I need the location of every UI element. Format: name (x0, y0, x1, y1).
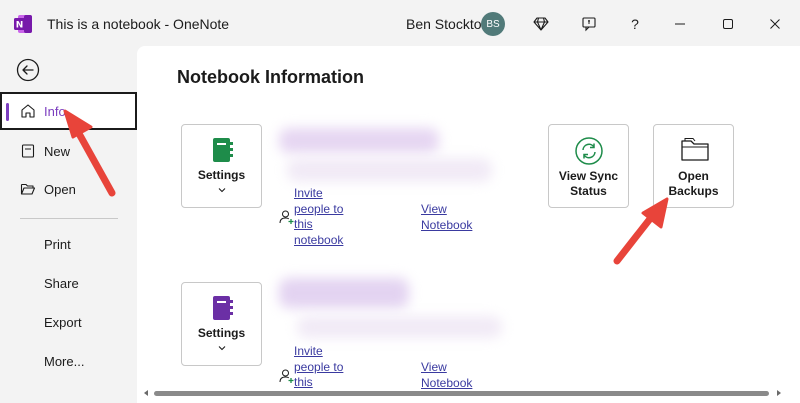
link-text-line: people to (294, 201, 344, 216)
sidebar-item-new[interactable]: New (0, 132, 137, 170)
maximize-button[interactable] (713, 10, 743, 38)
sidebar-item-label: Print (44, 236, 71, 252)
link-text-line: Notebook (421, 217, 473, 232)
premium-diamond-button[interactable] (526, 10, 556, 38)
view-sync-status-label: View Sync Status (549, 169, 628, 199)
scroll-left-icon[interactable] (142, 389, 150, 397)
sync-icon (575, 137, 603, 165)
add-person-icon (279, 369, 294, 383)
link-text-line: View (421, 202, 447, 216)
maximize-icon (723, 19, 733, 29)
invite-people-link[interactable]: Invite people to this (294, 344, 343, 391)
blurred-notebook-name (279, 278, 409, 308)
feedback-button[interactable] (574, 10, 604, 38)
avatar[interactable]: BS (481, 12, 505, 36)
link-text-line: Invite (294, 344, 323, 358)
help-button[interactable]: ? (620, 10, 650, 38)
notebook-settings-button[interactable]: Settings (181, 282, 262, 366)
blurred-notebook-name (279, 128, 439, 153)
view-notebook-link[interactable]: View Notebook (421, 360, 472, 391)
new-page-icon (21, 144, 35, 158)
link-text-line: people to (294, 359, 344, 374)
link-text-line: View (421, 360, 447, 374)
sidebar-item-share[interactable]: Share (0, 264, 137, 302)
sidebar-item-label: New (44, 143, 71, 159)
sidebar-divider (20, 218, 118, 219)
main-content: Notebook Information Settings Invite peo… (137, 46, 800, 403)
folder-icon (681, 138, 709, 161)
sidebar-item-label: Open (44, 181, 76, 197)
sidebar-item-label: More... (44, 353, 85, 369)
open-backups-label: Open Backups (654, 169, 733, 199)
folder-open-icon (20, 183, 36, 195)
page-title: Notebook Information (177, 67, 364, 87)
title-bar: N This is a notebook - OneNote Ben Stock… (0, 0, 800, 46)
svg-text:N: N (16, 21, 24, 31)
add-person-icon (279, 210, 294, 224)
scrollbar-thumb[interactable] (154, 391, 769, 396)
notebook-settings-button[interactable]: Settings (181, 124, 262, 208)
sidebar-item-label: Share (44, 275, 79, 291)
link-text-line: this (294, 217, 313, 231)
home-icon (21, 104, 35, 118)
close-button[interactable] (760, 10, 790, 38)
diamond-icon (533, 17, 549, 31)
scroll-right-icon[interactable] (775, 389, 783, 397)
view-sync-status-button[interactable]: View Sync Status (548, 124, 629, 208)
sidebar-item-print[interactable]: Print (0, 225, 137, 263)
feedback-icon (582, 17, 596, 32)
notebook-purple-icon (213, 296, 233, 320)
chevron-down-icon (218, 188, 226, 193)
horizontal-scrollbar[interactable] (140, 388, 785, 398)
settings-label: Settings (197, 326, 246, 340)
notebook-green-icon (213, 138, 233, 162)
sidebar-item-export[interactable]: Export (0, 303, 137, 341)
invite-people-link[interactable]: Invite people to this notebook (294, 186, 343, 248)
button-label-line: Status (570, 184, 607, 198)
user-name[interactable]: Ben Stockton (406, 16, 489, 32)
window-title: This is a notebook - OneNote (47, 16, 230, 32)
minimize-icon (675, 23, 685, 25)
button-label-line: Backups (668, 184, 719, 198)
sidebar-item-label: Export (44, 314, 82, 330)
sidebar-item-info[interactable]: Info (0, 92, 137, 130)
chevron-down-icon (218, 346, 226, 351)
sidebar-item-label: Info (44, 103, 66, 119)
settings-label: Settings (197, 168, 246, 182)
blurred-notebook-path (287, 158, 492, 182)
close-icon (770, 19, 780, 29)
minimize-button[interactable] (665, 10, 695, 38)
button-label-line: View Sync (558, 169, 619, 183)
blurred-notebook-path (297, 316, 502, 338)
backstage-sidebar: Info New Open Print Share Export More... (0, 46, 137, 403)
link-text-line: notebook (294, 232, 344, 247)
view-notebook-link[interactable]: View Notebook (421, 202, 472, 233)
onenote-logo-icon: N (14, 15, 32, 33)
button-label-line: Open (678, 169, 709, 183)
sidebar-item-more[interactable]: More... (0, 342, 137, 380)
link-text-line: Invite (294, 186, 323, 200)
open-backups-button[interactable]: Open Backups (653, 124, 734, 208)
sidebar-item-open[interactable]: Open (0, 170, 137, 208)
back-arrow-icon[interactable] (16, 58, 40, 82)
